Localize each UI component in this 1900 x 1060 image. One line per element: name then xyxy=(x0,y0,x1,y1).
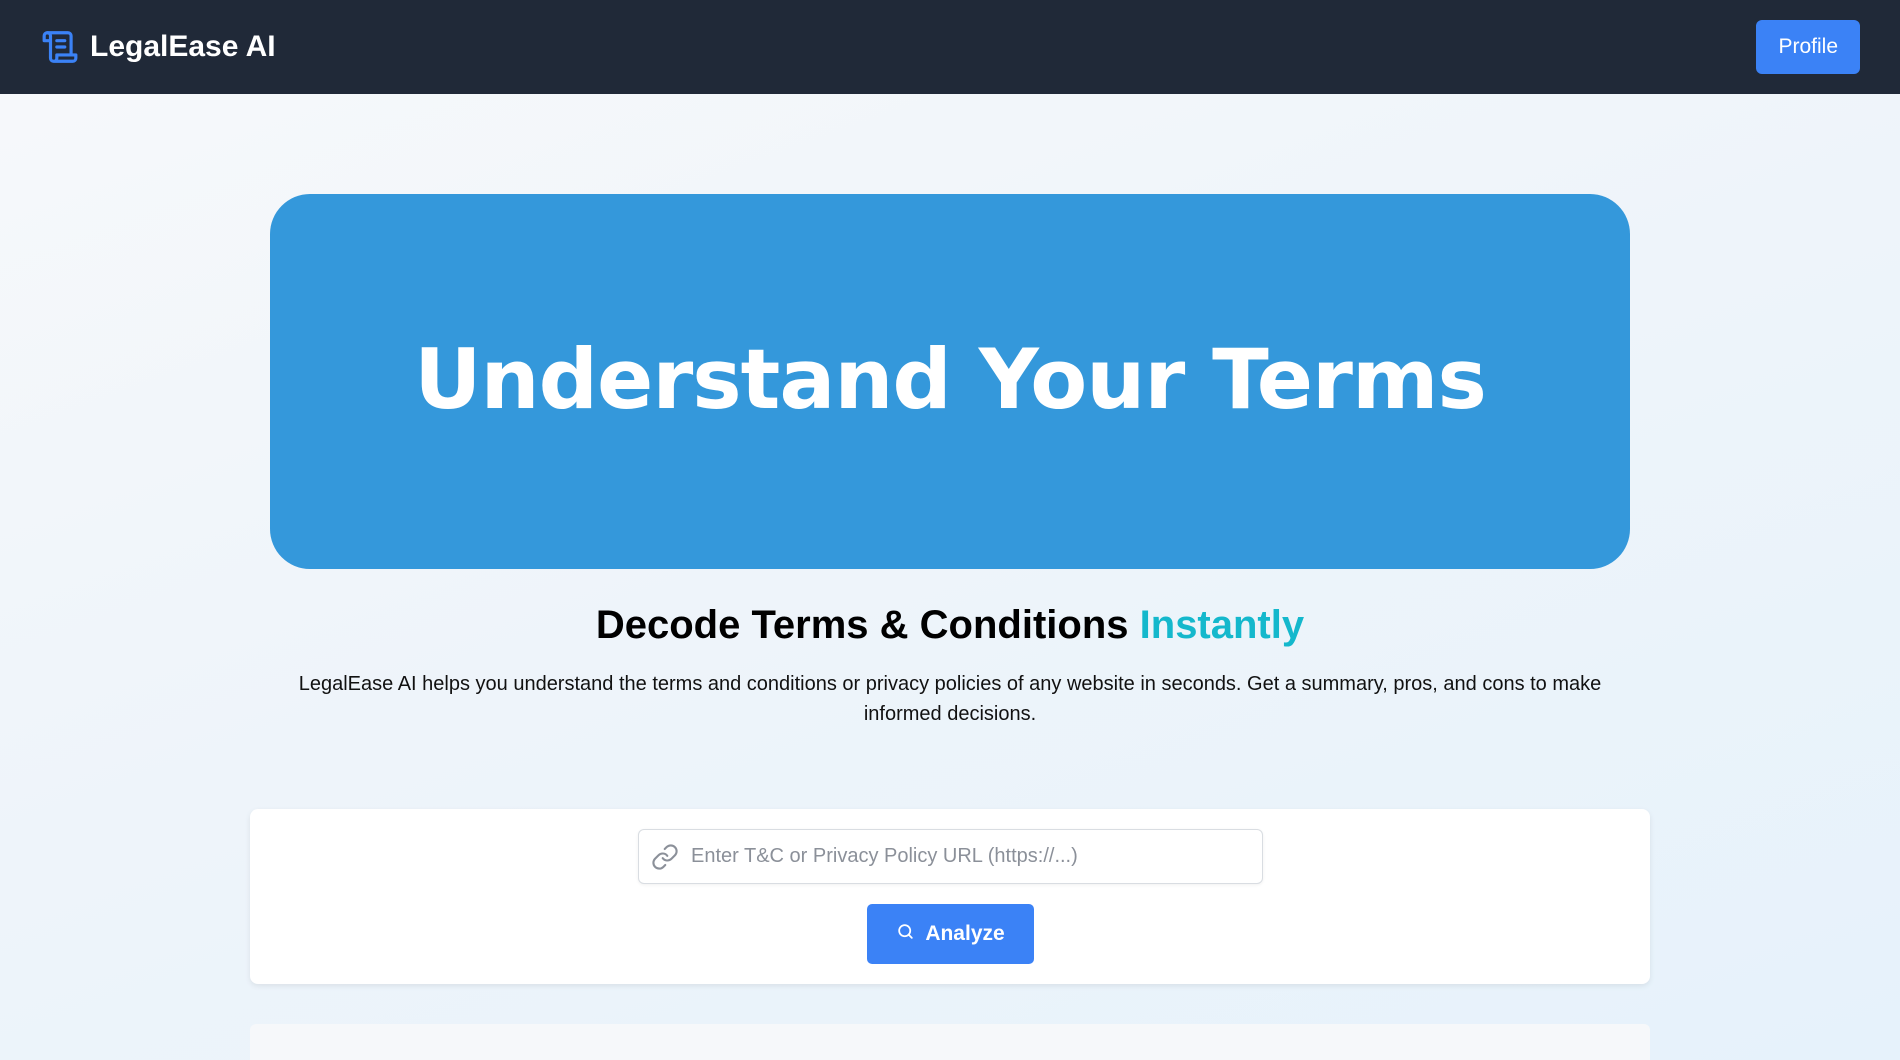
analyze-card: Analyze xyxy=(250,809,1650,984)
headline-accent: Instantly xyxy=(1139,603,1305,647)
hero-banner: Understand Your Terms xyxy=(270,194,1630,569)
headline-main: Decode Terms & Conditions xyxy=(595,603,1129,647)
page-headline: Decode Terms & Conditions Instantly xyxy=(0,603,1900,648)
results-panel xyxy=(250,1024,1650,1060)
link-icon xyxy=(639,829,691,884)
hero-title: Understand Your Terms xyxy=(414,330,1487,428)
url-field[interactable] xyxy=(638,829,1263,884)
brand[interactable]: LegalEase AI xyxy=(40,27,276,67)
top-navbar: LegalEase AI Profile xyxy=(0,0,1900,94)
url-input[interactable] xyxy=(691,830,1251,883)
page-description: LegalEase AI helps you understand the te… xyxy=(298,673,1602,725)
analyze-button[interactable]: Analyze xyxy=(867,904,1034,964)
search-icon xyxy=(896,922,915,947)
analyze-label: Analyze xyxy=(925,922,1005,945)
profile-button[interactable]: Profile xyxy=(1756,20,1860,74)
brand-name: LegalEase AI xyxy=(90,30,276,63)
scroll-icon xyxy=(40,27,80,67)
